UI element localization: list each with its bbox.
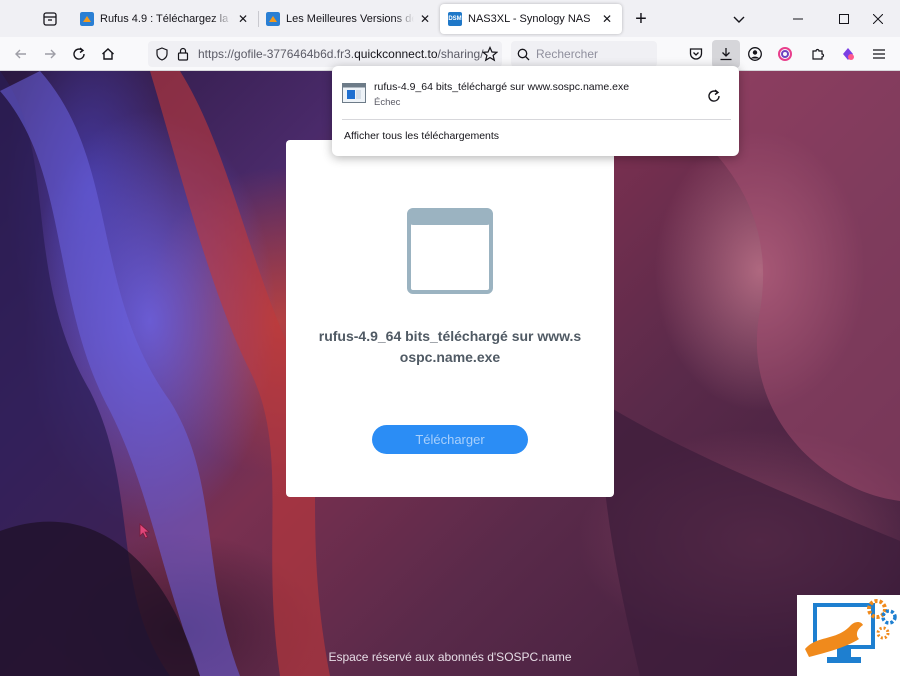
download-status: Échec — [374, 97, 401, 108]
close-tab-icon[interactable]: ✕ — [600, 12, 614, 26]
extensions-button[interactable] — [804, 40, 832, 68]
home-icon — [102, 48, 114, 60]
sospc-favicon-icon — [266, 12, 280, 26]
extension-app-button[interactable] — [834, 40, 862, 68]
new-tab-button[interactable]: + — [627, 4, 655, 34]
home-button[interactable] — [94, 40, 122, 68]
forward-button[interactable] — [36, 40, 64, 68]
account-button[interactable] — [741, 40, 769, 68]
back-button[interactable] — [7, 40, 35, 68]
retry-icon — [708, 89, 720, 102]
shared-file-name: rufus-4.9_64 bits_téléchargé sur www.sos… — [318, 328, 582, 365]
search-icon — [517, 48, 530, 60]
star-icon — [482, 46, 498, 62]
downloads-panel: rufus-4.9_64 bits_téléchargé sur www.sos… — [332, 66, 739, 156]
plus-icon: + — [635, 7, 647, 30]
bookmark-star-button[interactable] — [476, 40, 504, 68]
tab-title: Rufus 4.9 : Téléchargez la dernière vers… — [100, 13, 232, 25]
url-prefix: https://gofile-3776464b6d.fr3. — [198, 47, 355, 61]
list-all-tabs-button[interactable] — [725, 4, 753, 34]
file-window-icon — [407, 208, 493, 294]
reload-button[interactable] — [65, 40, 93, 68]
minimize-icon — [793, 18, 803, 19]
show-all-downloads-link[interactable]: Afficher tous les téléchargements — [344, 130, 499, 142]
shield-icon[interactable] — [155, 47, 169, 61]
executable-file-icon — [342, 83, 366, 103]
url-host: quickconnect.to — [354, 47, 438, 61]
tab-synology-nas[interactable]: DSM NAS3XL - Synology NAS ✕ — [440, 4, 622, 34]
tab-title: Les Meilleures Versions de Windows — [286, 13, 414, 25]
close-window-button[interactable] — [858, 0, 898, 37]
account-icon — [748, 47, 762, 61]
page-content: rufus-4.9_64 bits_téléchargé sur www.sos… — [0, 71, 900, 676]
close-tab-icon[interactable]: ✕ — [418, 12, 432, 26]
puzzle-icon — [812, 48, 825, 60]
search-input[interactable] — [536, 47, 646, 61]
tab-windows[interactable]: Les Meilleures Versions de Windows ✕ — [258, 4, 440, 34]
color-wheel-icon — [778, 47, 792, 61]
pocket-button[interactable] — [682, 40, 710, 68]
download-button[interactable]: Télécharger — [372, 425, 528, 454]
hamburger-menu-icon — [873, 49, 885, 59]
reload-icon — [73, 47, 85, 60]
firefox-view-button[interactable] — [35, 4, 65, 34]
pocket-icon — [689, 48, 703, 60]
url-text: https://gofile-3776464b6d.fr3.quickconne… — [198, 47, 484, 61]
close-icon — [873, 13, 883, 24]
search-bar[interactable] — [511, 41, 657, 67]
tab-title: NAS3XL - Synology NAS — [468, 13, 591, 25]
close-tab-icon[interactable]: ✕ — [236, 12, 250, 26]
menu-button[interactable] — [865, 40, 893, 68]
monitor-gear-logo-icon — [805, 599, 897, 663]
footer-note: Espace réservé aux abonnés d'SOSPC.name — [328, 650, 572, 664]
maximize-icon — [839, 13, 849, 24]
download-item[interactable]: rufus-4.9_64 bits_téléchargé sur www.sos… — [332, 66, 739, 118]
retry-download-button[interactable] — [703, 85, 725, 107]
downloads-button[interactable] — [712, 40, 740, 68]
chevron-down-icon — [733, 16, 745, 23]
panel-divider — [342, 119, 731, 120]
download-icon — [720, 48, 732, 61]
tab-rufus[interactable]: Rufus 4.9 : Téléchargez la dernière vers… — [72, 4, 258, 34]
extension-color-button[interactable] — [771, 40, 799, 68]
sospc-favicon-icon — [80, 12, 94, 26]
arrow-right-icon — [45, 49, 56, 59]
firefox-view-icon — [43, 11, 57, 26]
sospc-logo — [797, 595, 900, 676]
tab-strip: Rufus 4.9 : Téléchargez la dernière vers… — [0, 0, 900, 37]
arrow-left-icon — [15, 49, 26, 59]
download-file-name: rufus-4.9_64 bits_téléchargé sur www.sos… — [374, 81, 630, 93]
mouse-cursor-icon — [139, 523, 151, 539]
lock-icon[interactable] — [177, 47, 189, 61]
share-card: rufus-4.9_64 bits_téléchargé sur www.sos… — [286, 140, 614, 497]
address-bar[interactable]: https://gofile-3776464b6d.fr3.quickconne… — [148, 41, 502, 67]
dsm-favicon-icon: DSM — [448, 12, 462, 26]
extension-app-icon — [843, 48, 854, 60]
minimize-button[interactable] — [778, 0, 818, 37]
